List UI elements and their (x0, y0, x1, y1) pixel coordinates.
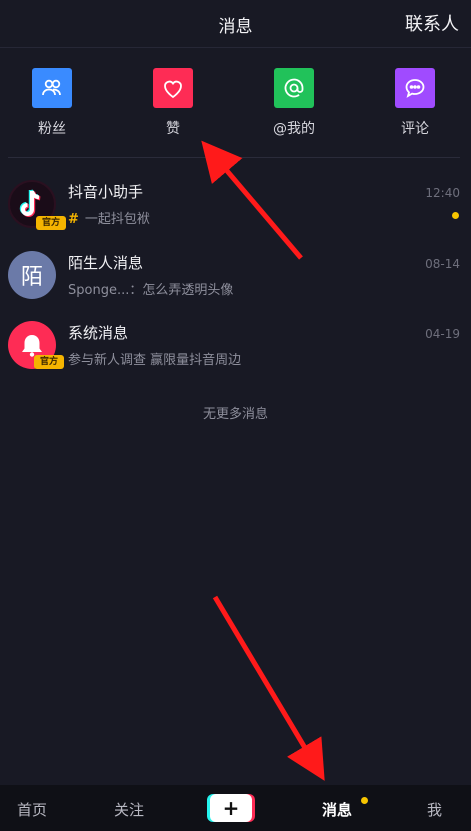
message-title: 抖音小助手 (68, 183, 144, 201)
heart-icon (153, 68, 193, 108)
tab-messages[interactable]: 消息 (322, 799, 352, 820)
hashtag-icon: # (68, 212, 79, 227)
official-badge: 官方 (34, 355, 64, 369)
official-badge: 官方 (36, 216, 66, 230)
list-item-stranger[interactable]: 陌 陌生人消息 Sponge...：怎么弄透明头像 08-14 (0, 251, 471, 311)
message-categories: 粉丝 赞 @我的 评论 (0, 68, 471, 140)
list-item-assistant[interactable]: 官方 抖音小助手 # 一起抖包袱 12:40 (0, 180, 471, 240)
message-title: 系统消息 (68, 324, 129, 342)
message-time: 08-14 (425, 257, 460, 271)
contacts-button[interactable]: 联系人 (405, 10, 459, 36)
message-preview-text: 一起抖包袱 (84, 212, 150, 227)
fans-button[interactable]: 粉丝 (7, 68, 97, 138)
message-title: 陌生人消息 (68, 254, 144, 272)
message-time: 04-19 (425, 327, 460, 341)
at-icon (274, 68, 314, 108)
section-divider (8, 157, 460, 158)
tab-follow[interactable]: 关注 (114, 799, 144, 820)
unread-indicator (361, 797, 368, 804)
bottom-nav: 首页 关注 + 消息 我 (0, 785, 471, 831)
arrow-to-messages-tab (212, 595, 325, 781)
comment-icon (395, 68, 435, 108)
tab-home[interactable]: 首页 (17, 799, 47, 820)
message-preview: Sponge...：怎么弄透明头像 (68, 283, 234, 298)
unread-indicator (452, 212, 459, 219)
mentions-label: @我的 (273, 121, 315, 137)
avatar: 官方 (8, 321, 64, 369)
no-more-messages: 无更多消息 (202, 407, 268, 422)
likes-label: 赞 (166, 121, 180, 137)
message-preview: 参与新人调查 赢限量抖音周边 (68, 353, 242, 368)
message-preview: # 一起抖包袱 (68, 208, 150, 227)
top-bar: 消息 联系人 (0, 0, 471, 48)
avatar: 官方 (8, 180, 66, 230)
fans-icon (32, 68, 72, 108)
avatar: 陌 (8, 251, 56, 299)
create-video-button[interactable]: + (210, 794, 252, 822)
comments-label: 评论 (401, 121, 429, 137)
tab-me[interactable]: 我 (427, 799, 442, 820)
message-time: 12:40 (425, 186, 460, 200)
mentions-button[interactable]: @我的 (249, 68, 339, 138)
list-item-system[interactable]: 官方 系统消息 参与新人调查 赢限量抖音周边 04-19 (0, 321, 471, 381)
fans-label: 粉丝 (38, 121, 66, 137)
comments-button[interactable]: 评论 (370, 68, 460, 138)
page-title: 消息 (218, 17, 253, 37)
likes-button[interactable]: 赞 (128, 68, 218, 138)
